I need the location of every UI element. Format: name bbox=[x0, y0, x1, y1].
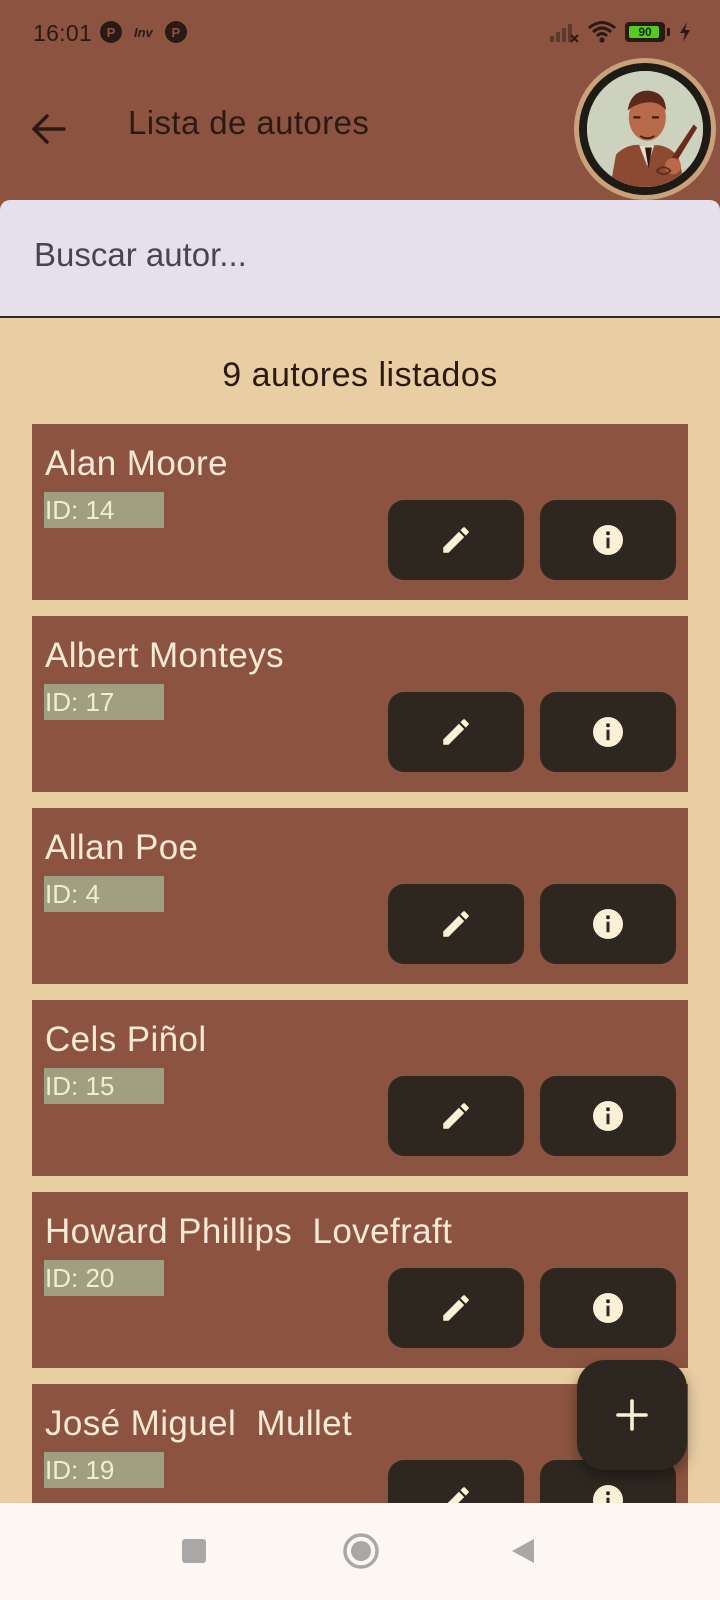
p-circle-icon: P bbox=[100, 21, 122, 43]
app-bar: Lista de autores bbox=[0, 58, 720, 200]
writer-illustration bbox=[587, 71, 703, 187]
edit-author-button[interactable] bbox=[388, 500, 524, 580]
author-name: Cels Piñol bbox=[45, 1020, 207, 1059]
pencil-icon bbox=[443, 719, 469, 745]
battery-level: 90 bbox=[638, 25, 652, 39]
search-input[interactable] bbox=[34, 236, 674, 274]
info-icon bbox=[593, 1485, 623, 1503]
pencil-icon bbox=[447, 1487, 469, 1503]
author-info-button[interactable] bbox=[540, 1268, 676, 1348]
status-bar: 16:01 P Inv P 90 bbox=[0, 0, 720, 68]
back-button[interactable] bbox=[22, 102, 76, 156]
edit-author-button[interactable] bbox=[388, 1460, 524, 1503]
add-author-button[interactable] bbox=[577, 1360, 687, 1470]
info-icon bbox=[593, 909, 623, 939]
author-card[interactable]: Cels Piñol ID: 15 bbox=[32, 1000, 688, 1176]
author-card[interactable]: Allan Poe ID: 4 bbox=[32, 808, 688, 984]
author-name: José Miguel Mullet bbox=[45, 1404, 353, 1443]
pencil-icon bbox=[443, 911, 469, 937]
author-info-button[interactable] bbox=[540, 884, 676, 964]
edit-author-button[interactable] bbox=[388, 884, 524, 964]
edit-author-button[interactable] bbox=[388, 1076, 524, 1156]
status-time: 16:01 bbox=[33, 20, 93, 46]
author-name: Albert Monteys bbox=[45, 636, 285, 675]
info-icon bbox=[593, 525, 623, 555]
author-name: Alan Moore bbox=[45, 444, 228, 483]
author-id-badge: ID: 19 bbox=[44, 1452, 164, 1488]
author-info-button[interactable] bbox=[540, 500, 676, 580]
avatar-frame bbox=[579, 63, 711, 195]
author-list: Alan Moore ID: 14 Albert Monteys ID: 17 … bbox=[32, 424, 688, 1503]
author-card[interactable]: Albert Monteys ID: 17 bbox=[32, 616, 688, 792]
author-name: Allan Poe bbox=[45, 828, 199, 867]
wifi-icon bbox=[588, 21, 616, 43]
pencil-icon bbox=[443, 1295, 469, 1321]
author-list-area[interactable]: 9 autores listados Alan Moore ID: 14 Alb… bbox=[0, 318, 720, 1503]
plus-icon bbox=[616, 1399, 648, 1431]
back-triangle-icon[interactable] bbox=[508, 1536, 538, 1566]
author-count-label: 9 autores listados bbox=[222, 356, 498, 394]
info-icon bbox=[593, 717, 623, 747]
edit-author-button[interactable] bbox=[388, 1268, 524, 1348]
charging-bolt-icon bbox=[680, 22, 690, 42]
author-id-badge: ID: 4 bbox=[44, 876, 164, 912]
battery-icon: 90 bbox=[625, 22, 665, 42]
battery-tip bbox=[667, 28, 670, 36]
author-id-badge: ID: 17 bbox=[44, 684, 164, 720]
home-circle-icon[interactable] bbox=[342, 1532, 380, 1570]
arrow-left-icon bbox=[32, 114, 66, 144]
author-info-button[interactable] bbox=[540, 692, 676, 772]
info-icon bbox=[593, 1101, 623, 1131]
pencil-icon bbox=[443, 1103, 469, 1129]
author-card[interactable]: Howard Phillips Lovefraft ID: 20 bbox=[32, 1192, 688, 1368]
system-nav-bar bbox=[0, 1503, 720, 1600]
signal-off-icon bbox=[550, 24, 579, 43]
search-field[interactable] bbox=[0, 200, 720, 318]
info-icon bbox=[593, 1293, 623, 1323]
recents-square-icon[interactable] bbox=[182, 1539, 206, 1563]
inv-text-icon: Inv bbox=[134, 24, 153, 40]
status-right-icons: 90 bbox=[549, 20, 692, 44]
author-id-badge: ID: 14 bbox=[44, 492, 164, 528]
avatar[interactable] bbox=[574, 58, 716, 200]
author-card[interactable]: Alan Moore ID: 14 bbox=[32, 424, 688, 600]
page-title: Lista de autores bbox=[128, 104, 370, 141]
author-id-badge: ID: 15 bbox=[44, 1068, 164, 1104]
p-circle-icon: P bbox=[164, 21, 187, 43]
author-id-badge: ID: 20 bbox=[44, 1260, 164, 1296]
author-info-button[interactable] bbox=[540, 1076, 676, 1156]
author-name: Howard Phillips Lovefraft bbox=[45, 1212, 453, 1251]
status-left-icons: P Inv P bbox=[100, 21, 187, 43]
pencil-icon bbox=[443, 527, 469, 553]
edit-author-button[interactable] bbox=[388, 692, 524, 772]
